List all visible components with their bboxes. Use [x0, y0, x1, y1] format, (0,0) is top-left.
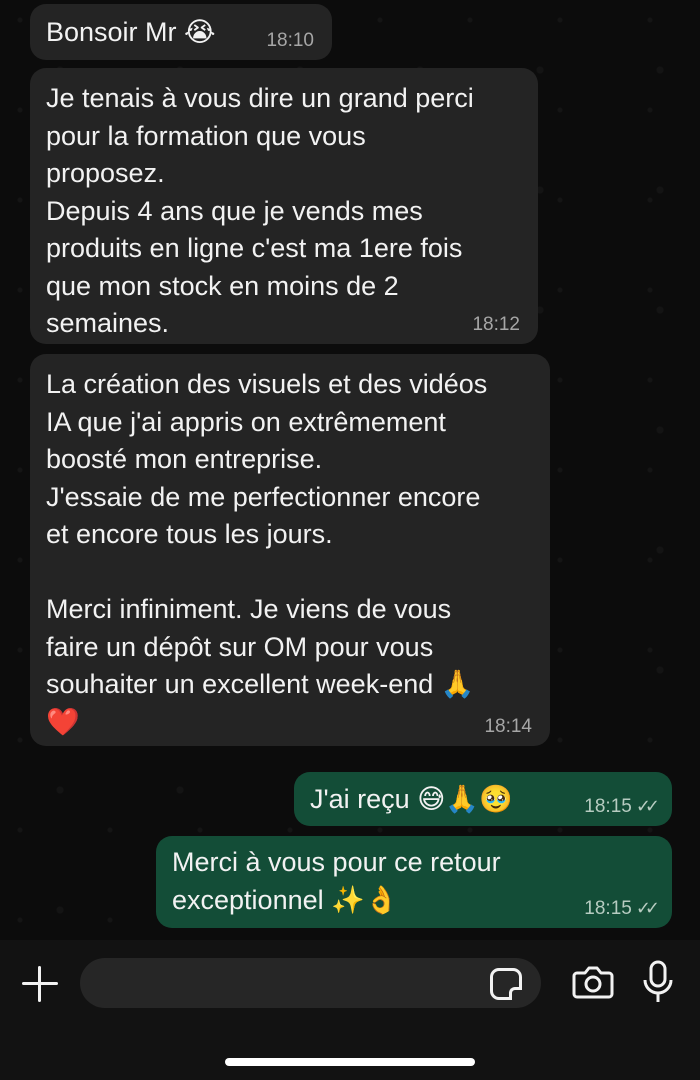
microphone-icon[interactable] [642, 960, 674, 1004]
message-incoming[interactable]: Bonsoir Mr 😭 18:10 [30, 4, 332, 60]
message-time: 18:10 [266, 30, 314, 51]
message-text: Bonsoir Mr 😭 [46, 17, 216, 47]
message-meta: 18:15 ✓✓ [584, 897, 660, 920]
message-text: J'ai reçu 😅🙏🥹 [310, 784, 513, 814]
message-time: 18:15 [584, 796, 632, 817]
message-outgoing[interactable]: Merci à vous pour ce retour exceptionnel… [156, 836, 672, 928]
message-meta: 18:15 ✓✓ [584, 795, 660, 818]
message-text: Merci à vous pour ce retour exceptionnel… [172, 847, 501, 915]
sticker-icon[interactable] [490, 968, 522, 1000]
chat-area[interactable]: Bonsoir Mr 😭 18:10 Je tenais à vous dire… [0, 0, 700, 940]
home-indicator [225, 1058, 475, 1066]
message-time: 18:12 [472, 314, 520, 335]
message-incoming[interactable]: Je tenais à vous dire un grand perci pou… [30, 68, 538, 344]
message-incoming[interactable]: La création des visuels et des vidéos IA… [30, 354, 550, 746]
message-outgoing[interactable]: J'ai reçu 😅🙏🥹 18:15 ✓✓ [294, 772, 672, 826]
camera-icon[interactable] [572, 964, 614, 1000]
plus-icon[interactable] [22, 966, 58, 1002]
double-check-icon: ✓✓ [635, 796, 660, 816]
message-time: 18:14 [484, 716, 532, 737]
message-time: 18:15 [584, 898, 632, 919]
message-text: La création des visuels et des vidéos IA… [46, 369, 488, 737]
message-input[interactable] [80, 958, 541, 1008]
message-text: Je tenais à vous dire un grand perci pou… [46, 83, 474, 338]
double-check-icon: ✓✓ [635, 898, 660, 918]
